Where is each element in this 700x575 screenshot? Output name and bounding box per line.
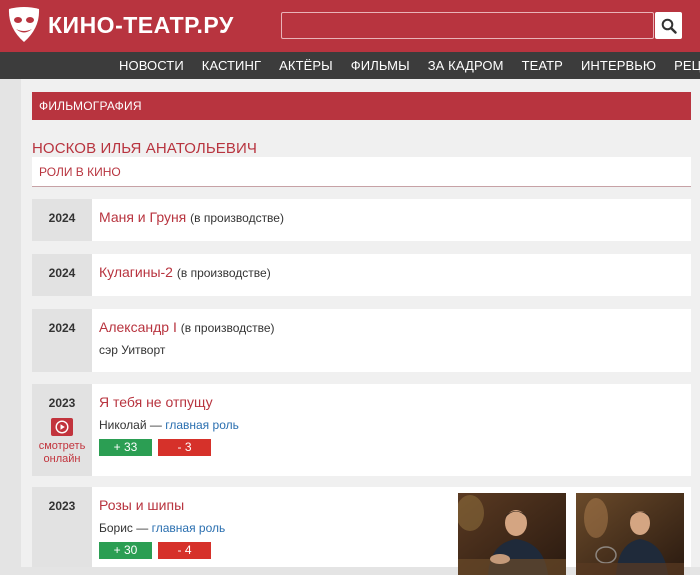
film-row: 2023 смотреть онлайн Я тебя не отпущу Ник… [32, 384, 691, 476]
search-icon [661, 18, 677, 34]
role-separator: — [132, 521, 152, 535]
play-icon [51, 418, 73, 436]
upvote-button[interactable]: + 33 [99, 439, 152, 456]
year-cell: 2024 [32, 309, 92, 372]
nav-item-behind-scenes[interactable]: ЗА КАДРОМ [428, 52, 504, 79]
nav-item-casting[interactable]: КАСТИНГ [202, 52, 261, 79]
theater-mask-icon [8, 7, 40, 42]
search-input[interactable] [281, 12, 654, 39]
upvote-button[interactable]: + 30 [99, 542, 152, 559]
search-button[interactable] [655, 12, 682, 39]
nav-item-films[interactable]: ФИЛЬМЫ [351, 52, 410, 79]
film-row: 2024 Маня и Груня (в производстве) [32, 199, 691, 241]
nav-item-interviews[interactable]: ИНТЕРВЬЮ [581, 52, 656, 79]
role-name: Николай [99, 418, 147, 432]
nav-item-reviews[interactable]: РЕЦЕНЗИИ [674, 52, 700, 79]
site-header: КИНО-ТЕАТР.РУ [0, 0, 700, 52]
film-title-link[interactable]: Розы и шипы [99, 497, 184, 513]
film-year: 2024 [48, 266, 76, 280]
site-logo[interactable]: КИНО-ТЕАТР.РУ [6, 6, 234, 44]
film-status: (в производстве) [190, 211, 284, 225]
nav-item-theater[interactable]: ТЕАТР [522, 52, 563, 79]
year-cell: 2024 [32, 254, 92, 296]
year-cell: 2023 [32, 487, 92, 567]
film-year: 2024 [48, 211, 76, 225]
nav-item-news[interactable]: НОВОСТИ [119, 52, 184, 79]
film-row: 2024 Кулагины-2 (в производстве) [32, 254, 691, 296]
film-year: 2023 [48, 499, 76, 513]
person-name[interactable]: НОСКОВ ИЛЬЯ АНАТОЛЬЕВИЧ [32, 140, 257, 157]
film-title-link[interactable]: Александр I [99, 319, 177, 335]
main-role-link[interactable]: главная роль [152, 521, 226, 535]
section-title: ФИЛЬМОГРАФИЯ [32, 92, 691, 120]
role-name: Борис [99, 521, 133, 535]
role-separator: — [146, 418, 166, 432]
downvote-button[interactable]: - 3 [158, 439, 211, 456]
film-row: 2023 Розы и шипы Борис — главная роль + … [32, 487, 691, 575]
film-title-link[interactable]: Маня и Груня [99, 209, 186, 225]
film-row: 2024 Александр I (в производстве) сэр Уи… [32, 309, 691, 372]
watch-online-label: смотреть онлайн [38, 440, 86, 465]
nav-item-actors[interactable]: АКТЁРЫ [279, 52, 333, 79]
main-nav: НОВОСТИ КАСТИНГ АКТЁРЫ ФИЛЬМЫ ЗА КАДРОМ … [0, 52, 700, 79]
film-status: (в производстве) [176, 266, 271, 280]
role-name: сэр Уитворт [99, 343, 166, 357]
year-cell: 2024 [32, 199, 92, 241]
logo-text: КИНО-ТЕАТР.РУ [48, 11, 234, 38]
year-cell: 2023 смотреть онлайн [32, 384, 92, 476]
film-title-link[interactable]: Я тебя не отпущу [99, 394, 213, 410]
watch-online-button[interactable]: смотреть онлайн [32, 418, 92, 466]
film-still-thumbnail[interactable] [576, 493, 684, 575]
filmography-page: ФИЛЬМОГРАФИЯ НОСКОВ ИЛЬЯ АНАТОЛЬЕВИЧ РОЛ… [21, 79, 700, 575]
film-year: 2024 [48, 321, 76, 335]
main-role-link[interactable]: главная роль [165, 418, 239, 432]
film-still-thumbnail[interactable] [458, 493, 566, 575]
downvote-button[interactable]: - 4 [158, 542, 211, 559]
film-status: (в производстве) [180, 321, 275, 335]
roles-title: РОЛИ В КИНО [32, 157, 691, 187]
film-title-link[interactable]: Кулагины-2 [99, 264, 173, 280]
film-year: 2023 [48, 396, 76, 410]
